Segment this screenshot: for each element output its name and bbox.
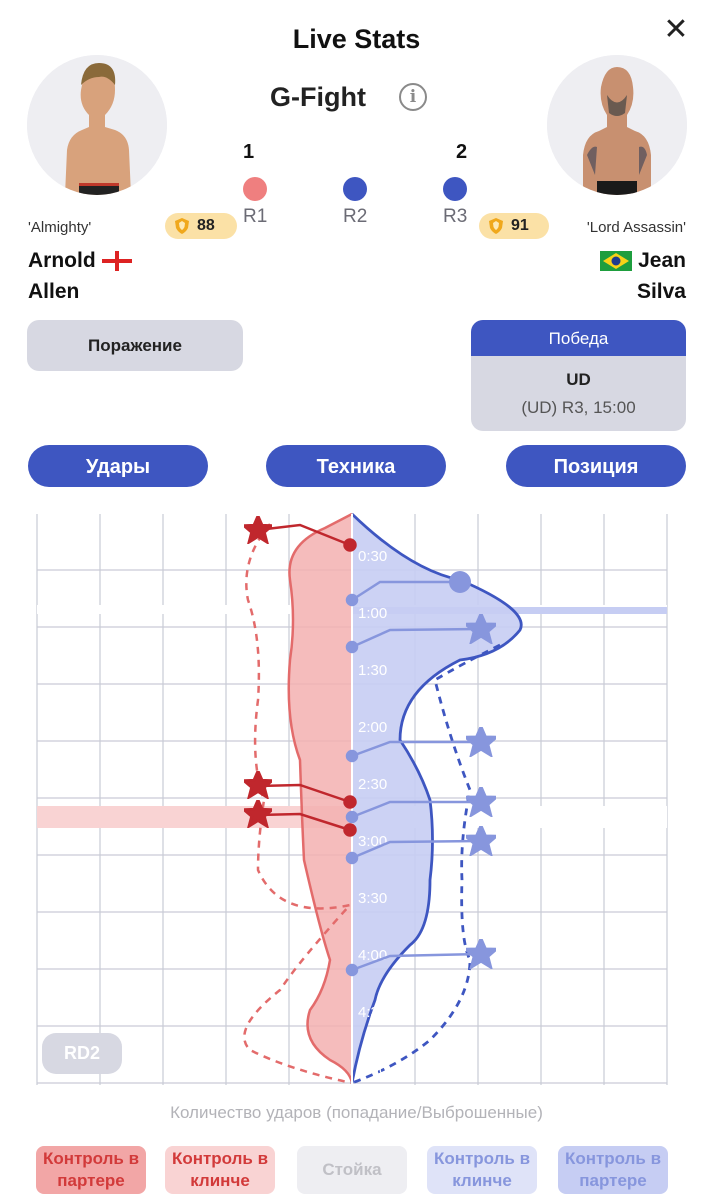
right-fighter-first-name: Jean: [638, 249, 686, 272]
close-icon[interactable]: ✕: [660, 14, 692, 46]
right-fighter-name[interactable]: Jean Silva: [600, 245, 686, 307]
legend-blue-clinch-control[interactable]: Контроль в клинче: [427, 1146, 537, 1194]
right-fighter-result: Победа UD (UD) R3, 15:00: [471, 320, 686, 431]
time-label: 1:30: [358, 662, 387, 679]
round-3-indicator[interactable]: [443, 177, 467, 201]
highlight-star-icon: [466, 939, 496, 969]
left-fighter-rounds-won: 1: [243, 141, 255, 163]
time-label: 3:30: [358, 890, 387, 907]
round-3-label[interactable]: R3: [443, 206, 467, 228]
time-label: 0:30: [358, 548, 387, 565]
page-title: Live Stats: [292, 24, 421, 54]
left-fighter-rating-value: 88: [197, 217, 215, 234]
england-flag-icon: [101, 251, 132, 272]
x-axis-caption: Количество ударов (попадание/Выброшенные…: [170, 1103, 543, 1122]
right-fighter-nickname: 'Lord Assassin': [586, 219, 686, 236]
round-1-label[interactable]: R1: [243, 206, 267, 228]
left-fighter-avatar[interactable]: [27, 55, 167, 195]
round-2-label[interactable]: R2: [343, 206, 367, 228]
shield-icon: [175, 218, 189, 234]
fight-timeline-chart[interactable]: 0:30 1:00 1:30 2:00 2:30 3:00 3:30 4:00 …: [0, 500, 713, 1090]
time-label: 1:00: [358, 605, 387, 622]
result-method: UD: [566, 370, 591, 389]
legend-red-ground-control[interactable]: Контроль в партере: [36, 1146, 146, 1194]
time-label: 3:00: [358, 833, 387, 850]
round-2-indicator[interactable]: [343, 177, 367, 201]
result-win-label: Победа: [471, 320, 686, 356]
left-fighter-nickname: 'Almighty': [28, 219, 92, 236]
legend-blue-ground-control[interactable]: Контроль в партере: [558, 1146, 668, 1194]
legend-standing[interactable]: Стойка: [297, 1146, 407, 1194]
time-label: 4:30: [358, 1004, 387, 1021]
brazil-flag-icon: [600, 251, 633, 272]
right-fighter-avatar[interactable]: [547, 55, 687, 195]
right-fighter-rating-value: 91: [511, 217, 529, 234]
knockdown-star-icon: [244, 771, 272, 799]
legend-red-clinch-control[interactable]: Контроль в клинче: [165, 1146, 275, 1194]
round-1-indicator[interactable]: [243, 177, 267, 201]
info-icon[interactable]: i: [399, 83, 427, 111]
right-fighter-rating-badge: 91: [479, 213, 549, 239]
left-fighter-name[interactable]: Arnold Allen: [28, 245, 132, 307]
tab-position[interactable]: Позиция: [506, 445, 686, 487]
right-fighter-rounds-won: 2: [456, 141, 468, 163]
time-label: 2:30: [358, 776, 387, 793]
left-fighter-result: Поражение: [27, 320, 243, 371]
left-fighter-last-name: Allen: [28, 280, 80, 303]
round-badge[interactable]: RD2: [42, 1033, 122, 1074]
highlight-star-icon: [466, 826, 496, 856]
tab-strikes[interactable]: Удары: [28, 445, 208, 487]
left-fighter-first-name: Arnold: [28, 249, 96, 272]
time-label: 2:00: [358, 719, 387, 736]
app-subtitle: G-Fight: [270, 82, 366, 112]
tab-technique[interactable]: Техника: [266, 445, 446, 487]
left-fighter-rating-badge: 88: [165, 213, 237, 239]
shield-icon: [489, 218, 503, 234]
result-detail: (UD) R3, 15:00: [521, 398, 636, 417]
time-label: 5:00: [358, 1061, 387, 1078]
right-fighter-last-name: Silva: [636, 280, 686, 303]
highlight-star-icon: [466, 727, 496, 757]
knockdown-star-icon: [244, 516, 272, 544]
